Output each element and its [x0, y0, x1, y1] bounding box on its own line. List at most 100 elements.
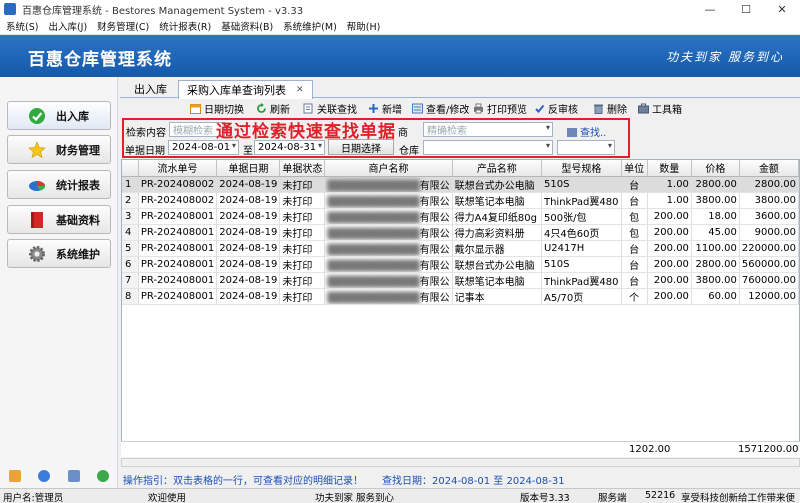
col-header-doc-status[interactable]: 单据状态 — [279, 160, 326, 177]
sidebar-item-label: 基础资料 — [56, 213, 100, 227]
sidebar-item-maintenance[interactable]: 系统维护 — [7, 239, 111, 268]
menu-maintenance[interactable]: 系统维护(M) — [283, 19, 337, 33]
view-edit-icon — [412, 103, 423, 114]
shortcut-icon[interactable] — [8, 470, 21, 482]
tab-stock[interactable]: 出入库 — [126, 80, 175, 98]
clock-icon[interactable] — [38, 470, 51, 482]
status-server: 服务端 — [598, 493, 627, 503]
menu-reports[interactable]: 统计报表(R) — [159, 19, 211, 33]
col-header-price[interactable]: 价格 — [691, 160, 740, 177]
tab-close-icon[interactable]: ✕ — [296, 85, 304, 95]
cell-amount: 760000.00 — [739, 272, 800, 289]
cell-index: 4 — [122, 224, 139, 241]
chevron-down-icon[interactable]: ▾ — [608, 141, 612, 150]
date-to-picker[interactable]: 2024-08-31 ▾ — [254, 140, 325, 155]
table-row[interactable]: 2 PR-202408002 2024-08-19 未打印 ████████████有限… — [122, 192, 800, 209]
menu-stock[interactable]: 出入库(J) — [48, 19, 87, 33]
sidebar-item-stock[interactable]: 出入库 — [7, 101, 111, 130]
col-header-model[interactable]: 型号规格 — [541, 160, 622, 177]
col-header-amount[interactable]: 金额 — [739, 160, 800, 177]
table-header: 流水单号 单据日期 单据状态 商户名称 产品名称 型号规格 单位 数量 价格 金… — [122, 160, 800, 177]
table-row[interactable]: 4 PR-202408001 2024-08-19 未打印 ████████████有限… — [122, 224, 800, 241]
toolbox-button[interactable]: 工具箱 — [638, 101, 682, 116]
cell-qty: 200.00 — [647, 272, 692, 289]
delete-button[interactable]: 删除 — [593, 101, 627, 116]
delete-icon — [593, 103, 604, 114]
cell-model: U2417H — [541, 240, 622, 257]
menu-finance[interactable]: 财务管理(C) — [97, 19, 149, 33]
menu-help[interactable]: 帮助(H) — [347, 19, 381, 33]
warehouse-select[interactable]: ▾ — [423, 140, 553, 155]
redacted-text: ████████████ — [327, 292, 420, 304]
horizontal-scrollbar[interactable] — [121, 458, 800, 467]
table-row[interactable]: 6 PR-202408001 2024-08-19 未打印 ████████████有限… — [122, 256, 800, 273]
table-row[interactable]: 1 PR-202408002 2024-08-19 未打印 ████████████有限… — [122, 176, 800, 193]
search-window-icon[interactable] — [67, 470, 80, 482]
col-header-product[interactable]: 产品名称 — [452, 160, 542, 177]
unaudit-button[interactable]: 反审核 — [534, 101, 578, 116]
sidebar-item-label: 出入库 — [56, 109, 89, 123]
star-icon — [28, 140, 46, 159]
col-header-index[interactable] — [122, 160, 139, 177]
extra-filter-select[interactable]: ▾ — [557, 140, 615, 155]
toolbar-label: 打印预览 — [487, 104, 527, 116]
cell-price: 60.00 — [691, 288, 740, 305]
tab-purchase-inbound-list[interactable]: 采购入库单查询列表 ✕ — [178, 80, 313, 99]
table-row[interactable]: 5 PR-202408001 2024-08-19 未打印 ████████████有限… — [122, 240, 800, 257]
purchase-inbound-table[interactable]: 流水单号 单据日期 单据状态 商户名称 产品名称 型号规格 单位 数量 价格 金… — [121, 159, 800, 457]
close-button[interactable]: ✕ — [764, 0, 800, 18]
toolbar-label: 关联查找 — [317, 104, 357, 116]
status-icon[interactable] — [97, 470, 110, 482]
gear-icon — [28, 245, 46, 263]
cell-model: 500张/包 — [541, 208, 622, 225]
tab-label: 采购入库单查询列表 — [187, 84, 286, 97]
sidebar-item-finance[interactable]: 财务管理 — [7, 135, 111, 164]
table-row[interactable]: 7 PR-202408001 2024-08-19 未打印 ████████████有限… — [122, 272, 800, 289]
redacted-text: ████████████ — [327, 260, 420, 272]
chevron-down-icon[interactable]: ▾ — [546, 141, 550, 150]
cell-price: 2800.00 — [691, 256, 740, 273]
cell-merchant: ████████████有限公 — [324, 176, 453, 193]
cell-amount: 3600.00 — [739, 208, 800, 225]
toolbar: 日期切换 刷新 关联查找 新增 查看/修改 打印预览 反审核 删除 工具箱 — [120, 99, 800, 117]
col-header-doc-date[interactable]: 单据日期 — [216, 160, 281, 177]
refresh-button[interactable]: 刷新 — [256, 101, 290, 116]
add-button[interactable]: 新增 — [368, 101, 402, 116]
cell-unit: 包 — [621, 208, 648, 225]
cell-unit: 台 — [621, 256, 648, 273]
chevron-down-icon[interactable]: ▾ — [318, 141, 322, 150]
chevron-down-icon[interactable]: ▾ — [546, 123, 550, 132]
cell-doc-status: 未打印 — [279, 192, 326, 209]
table-row[interactable]: 8 PR-202408001 2024-08-19 未打印 ████████████有限… — [122, 288, 800, 305]
col-header-qty[interactable]: 数量 — [647, 160, 692, 177]
sidebar-item-reports[interactable]: 统计报表 — [7, 170, 111, 199]
date-pick-button[interactable]: 日期选择 — [328, 139, 394, 155]
table-row[interactable]: 3 PR-202408001 2024-08-19 未打印 ████████████有限… — [122, 208, 800, 225]
col-header-serial-no[interactable]: 流水单号 — [138, 160, 218, 177]
col-header-merchant[interactable]: 商户名称 — [324, 160, 453, 177]
cell-amount: 2800.00 — [739, 176, 800, 193]
search-icon — [567, 128, 577, 137]
date-from-picker[interactable]: 2024-08-01 ▾ — [168, 140, 239, 155]
cell-product: 联想台式办公电脑 — [452, 256, 542, 273]
status-bar: 用户名:管理员 欢迎使用 功夫到家 服务到心 版本号3.33 服务端 52216… — [0, 488, 800, 503]
col-header-unit[interactable]: 单位 — [621, 160, 648, 177]
cell-merchant: ████████████有限公 — [324, 256, 453, 273]
cell-doc-date: 2024-08-19 — [216, 176, 281, 193]
cell-serial-no: PR-202408001 — [138, 288, 218, 305]
related-search-button[interactable]: 关联查找 — [303, 101, 357, 116]
view-edit-button[interactable]: 查看/修改 — [412, 101, 469, 116]
print-preview-button[interactable]: 打印预览 — [473, 101, 527, 116]
precise-search-input[interactable]: 精确检索 ▾ — [423, 122, 553, 137]
date-switch-button[interactable]: 日期切换 — [190, 101, 244, 116]
cell-serial-no: PR-202408001 — [138, 208, 218, 225]
menu-system[interactable]: 系统(S) — [6, 19, 38, 33]
sidebar-item-basic-data[interactable]: 基础资料 — [7, 205, 111, 234]
menu-basic-data[interactable]: 基础资料(B) — [221, 19, 273, 33]
maximize-button[interactable]: ☐ — [728, 0, 764, 18]
cell-model: 4只4色60页 — [541, 224, 622, 241]
minimize-button[interactable]: — — [692, 0, 728, 18]
redacted-text: ████████████ — [327, 276, 420, 288]
chevron-down-icon[interactable]: ▾ — [232, 141, 236, 150]
find-button[interactable]: 查找.. — [567, 124, 606, 139]
